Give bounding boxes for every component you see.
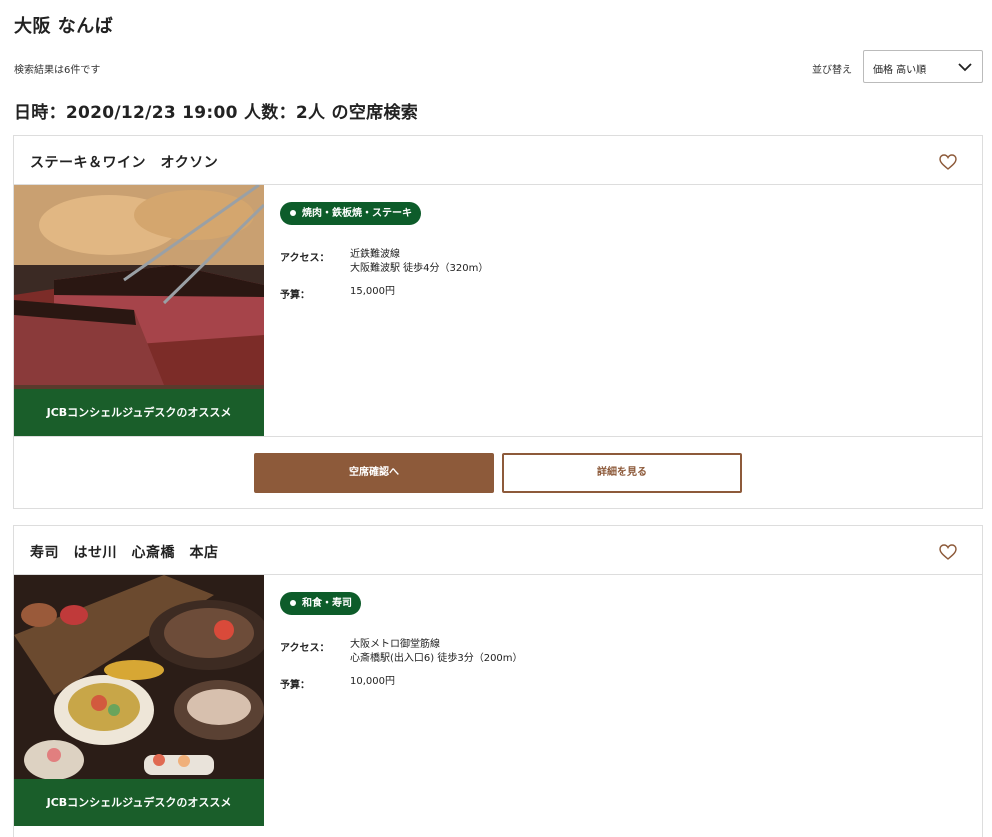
sort-select-value: 価格 高い順 (873, 65, 927, 76)
card-body: JCBコンシェルジュデスクのオススメ 和食・寿司 アクセス： 大阪メトロ御堂筋線… (14, 575, 982, 826)
card-body: JCBコンシェルジュデスクのオススメ 焼肉・鉄板焼・ステーキ アクセス： 近鉄難… (14, 185, 982, 436)
availability-button[interactable]: 空席確認へ (254, 453, 494, 493)
budget-label: 予算： (280, 290, 310, 301)
restaurant-name[interactable]: ステーキ＆ワイン オクソン (30, 152, 218, 172)
area-title: 大阪 なんば (14, 16, 114, 37)
sort-select[interactable]: 価格 高い順 (863, 50, 983, 83)
genre-tag: 焼肉・鉄板焼・ステーキ (280, 202, 421, 225)
restaurant-card: ステーキ＆ワイン オクソン JCBコンシェルジュデスクのオススメ 焼肉・鉄板焼・… (13, 135, 983, 509)
restaurant-photo: JCBコンシェルジュデスクのオススメ (14, 185, 264, 436)
restaurant-photo: JCBコンシェルジュデスクのオススメ (14, 575, 264, 826)
restaurant-name[interactable]: 寿司 はせ川 心斎橋 本店 (30, 542, 219, 562)
access-value: 近鉄難波線 大阪難波駅 徒歩4分（320m） (350, 248, 488, 276)
budget-value: 15,000円 (350, 286, 395, 297)
search-condition: 日時：2020/12/23 19:00 人数：2人 の空席検索 (14, 103, 419, 123)
sort-label: 並び替え (812, 65, 852, 76)
access-label: アクセス： (280, 643, 330, 654)
access-line: 心斎橋駅(出入口6) 徒歩3分（200m） (350, 653, 523, 664)
budget-label: 予算： (280, 680, 310, 691)
access-value: 大阪メトロ御堂筋線 心斎橋駅(出入口6) 徒歩3分（200m） (350, 638, 523, 666)
card-footer: 空席確認へ 詳細を見る (14, 436, 982, 508)
access-label: アクセス： (280, 253, 330, 264)
card-header: ステーキ＆ワイン オクソン (14, 136, 982, 185)
genre-tag: 和食・寿司 (280, 592, 361, 615)
card-header: 寿司 はせ川 心斎橋 本店 (14, 526, 982, 575)
result-count: 検索結果は6件です (14, 65, 101, 76)
access-line: 大阪メトロ御堂筋線 (350, 639, 440, 650)
recommend-banner: JCBコンシェルジュデスクのオススメ (14, 779, 264, 826)
restaurant-card: 寿司 はせ川 心斎橋 本店 JCBコンシェルジュデスクのオススメ 和食・寿司 ア… (13, 525, 983, 837)
heart-icon[interactable] (939, 154, 957, 170)
recommend-banner: JCBコンシェルジュデスクのオススメ (14, 389, 264, 436)
chevron-down-icon (958, 63, 972, 72)
heart-icon[interactable] (939, 544, 957, 560)
access-line: 近鉄難波線 (350, 249, 400, 260)
detail-button[interactable]: 詳細を見る (502, 453, 742, 493)
access-line: 大阪難波駅 徒歩4分（320m） (350, 263, 489, 274)
budget-value: 10,000円 (350, 676, 395, 687)
